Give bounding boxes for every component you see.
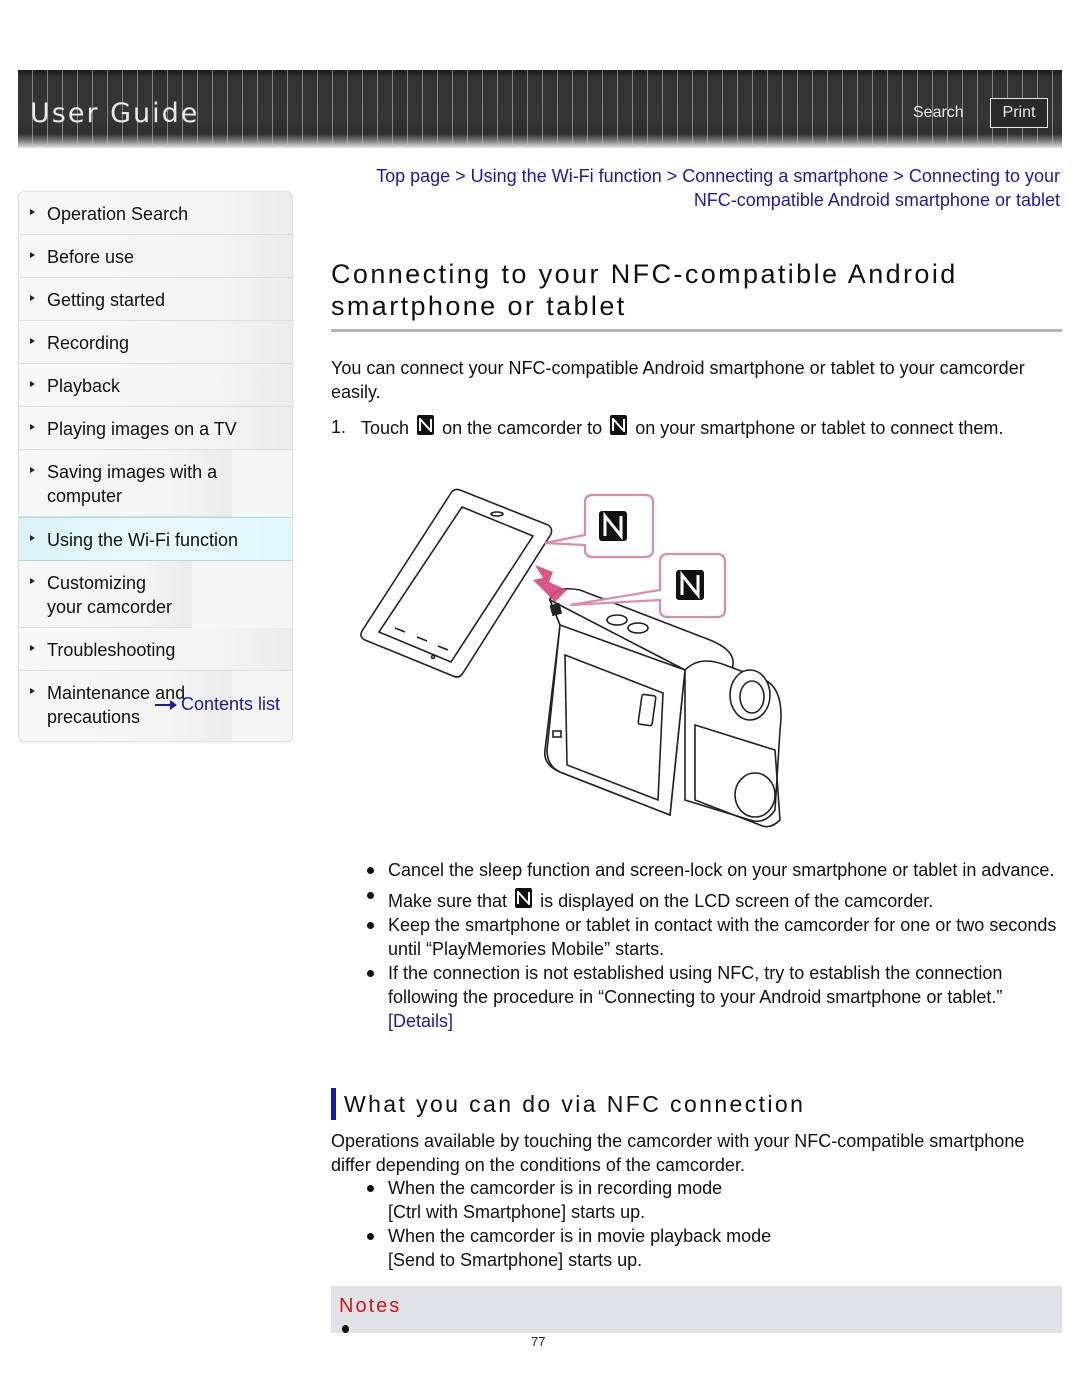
breadcrumb-separator: > — [661, 166, 683, 186]
sidebar-item-wifi-function[interactable]: Using the Wi-Fi function — [19, 517, 292, 561]
sidebar-item-label: Recording — [47, 333, 130, 353]
breadcrumb-connecting-smartphone[interactable]: Connecting a smartphone — [682, 166, 888, 186]
details-link[interactable]: [Details] — [388, 1011, 453, 1031]
sidebar-item-saving-images[interactable]: Saving images with a computer — [19, 450, 232, 517]
nfc-n-mark-icon — [676, 570, 704, 600]
search-link[interactable]: Search — [913, 104, 964, 122]
triangle-right-icon — [30, 467, 35, 473]
breadcrumb-top-page[interactable]: Top page — [376, 166, 450, 186]
triangle-right-icon — [30, 252, 35, 258]
section-marker — [331, 1088, 336, 1120]
step-1: 1. Touch on the camcorder to on your sma… — [331, 415, 1051, 440]
breadcrumb-separator: > — [888, 166, 909, 186]
breadcrumb: Top page > Using the Wi-Fi function > Co… — [330, 164, 1060, 212]
header-bar: User Guide Search Print — [18, 70, 1062, 148]
triangle-right-icon — [30, 578, 35, 584]
smartphone-drawing — [360, 488, 553, 678]
bullet-icon — [367, 970, 374, 977]
breadcrumb-wifi-function[interactable]: Using the Wi-Fi function — [471, 166, 662, 186]
triangle-right-icon — [30, 295, 35, 301]
tip-item: Cancel the sleep function and screen-loc… — [364, 858, 1064, 882]
app-title: User Guide — [30, 98, 200, 129]
camcorder-drawing — [543, 587, 782, 828]
step-text-part3: on your smartphone or tablet to connect … — [635, 418, 1004, 438]
bullet-icon — [367, 867, 374, 874]
tip-text: Cancel the sleep function and screen-loc… — [388, 860, 1055, 880]
page-title: Connecting to your NFC-compatible Androi… — [331, 259, 958, 321]
sidebar-item-label: Playback — [47, 376, 121, 396]
bullet-icon — [367, 1233, 374, 1240]
mode-result: [Ctrl with Smartphone] starts up. — [388, 1202, 646, 1222]
sidebar-item-label: Getting started — [47, 290, 166, 310]
notes-label: Notes — [339, 1295, 402, 1317]
triangle-right-icon — [30, 535, 35, 541]
section-heading-text: What you can do via NFC connection — [344, 1091, 806, 1117]
arrow-right-icon — [155, 700, 177, 711]
tips-list: Cancel the sleep function and screen-loc… — [364, 858, 1064, 1033]
sidebar-item-label: Troubleshooting — [47, 640, 176, 660]
nfc-touch-illustration — [360, 488, 782, 828]
nfc-n-mark-icon — [515, 888, 533, 908]
sidebar-item-getting-started[interactable]: Getting started — [19, 278, 292, 321]
sidebar-item-label: Before use — [47, 247, 135, 267]
print-button[interactable]: Print — [990, 98, 1048, 128]
triangle-right-icon — [30, 338, 35, 344]
tip-item: Keep the smartphone or tablet in contact… — [364, 913, 1064, 961]
mode-item: When the camcorder is in recording mode [… — [364, 1176, 1044, 1224]
page-number: 77 — [531, 1334, 546, 1349]
contents-list-label: Contents list — [181, 694, 281, 714]
sidebar-item-before-use[interactable]: Before use — [19, 235, 292, 278]
bullet-icon — [367, 922, 374, 929]
section-heading: What you can do via NFC connection — [331, 1088, 805, 1120]
sidebar-item-recording[interactable]: Recording — [19, 321, 292, 364]
tip-text: Keep the smartphone or tablet in contact… — [388, 915, 1057, 959]
mode-item: When the camcorder is in movie playback … — [364, 1224, 1044, 1272]
bullet-icon — [367, 1185, 374, 1192]
sidebar-item-customizing[interactable]: Customizing your camcorder — [19, 561, 192, 628]
tip-item: Make sure that is displayed on the LCD s… — [364, 888, 1064, 913]
tip-text: If the connection is not established usi… — [388, 963, 1003, 1007]
tip-item: If the connection is not established usi… — [364, 961, 1064, 1033]
breadcrumb-separator: > — [450, 166, 471, 186]
sidebar-nav: Operation Search Before use Getting star… — [18, 191, 293, 742]
triangle-right-icon — [30, 688, 35, 694]
mode-condition: When the camcorder is in movie playback … — [388, 1226, 772, 1246]
sidebar-item-label: Saving images with a computer — [47, 462, 218, 506]
nfc-n-mark-icon — [610, 415, 628, 435]
title-divider — [331, 329, 1062, 332]
bullet-icon — [342, 1325, 349, 1333]
sidebar-item-playback[interactable]: Playback — [19, 364, 292, 407]
intro-paragraph: You can connect your NFC-compatible Andr… — [331, 358, 1025, 402]
step-number: 1. — [331, 417, 347, 437]
nfc-modes-list: When the camcorder is in recording mode [… — [364, 1176, 1044, 1272]
mode-condition: When the camcorder is in recording mode — [388, 1178, 723, 1198]
nfc-n-mark-icon — [417, 415, 435, 435]
notes-box: Notes — [331, 1286, 1062, 1333]
nfc-n-mark-icon — [599, 511, 627, 541]
sidebar-item-operation-search[interactable]: Operation Search — [19, 192, 292, 235]
tip-text: Make sure that — [388, 891, 508, 911]
sidebar-item-troubleshooting[interactable]: Troubleshooting — [19, 628, 292, 671]
bullet-icon — [367, 892, 374, 899]
sidebar-item-label: Using the Wi-Fi function — [47, 530, 239, 550]
sidebar-item-playing-on-tv[interactable]: Playing images on a TV — [19, 407, 292, 450]
section-paragraph: Operations available by touching the cam… — [331, 1131, 1025, 1175]
tip-text: is displayed on the LCD screen of the ca… — [540, 891, 934, 911]
contents-list-link[interactable]: Contents list — [155, 694, 280, 715]
sidebar-item-label: Operation Search — [47, 204, 189, 224]
triangle-right-icon — [30, 424, 35, 430]
sidebar-item-label: Playing images on a TV — [47, 419, 237, 439]
sidebar-item-label: Customizing your camcorder — [47, 573, 173, 617]
triangle-right-icon — [30, 209, 35, 215]
triangle-right-icon — [30, 381, 35, 387]
step-text-part1: Touch — [361, 418, 410, 438]
step-text-part2: on the camcorder to — [442, 418, 603, 438]
triangle-right-icon — [30, 645, 35, 651]
mode-result: [Send to Smartphone] starts up. — [388, 1250, 643, 1270]
